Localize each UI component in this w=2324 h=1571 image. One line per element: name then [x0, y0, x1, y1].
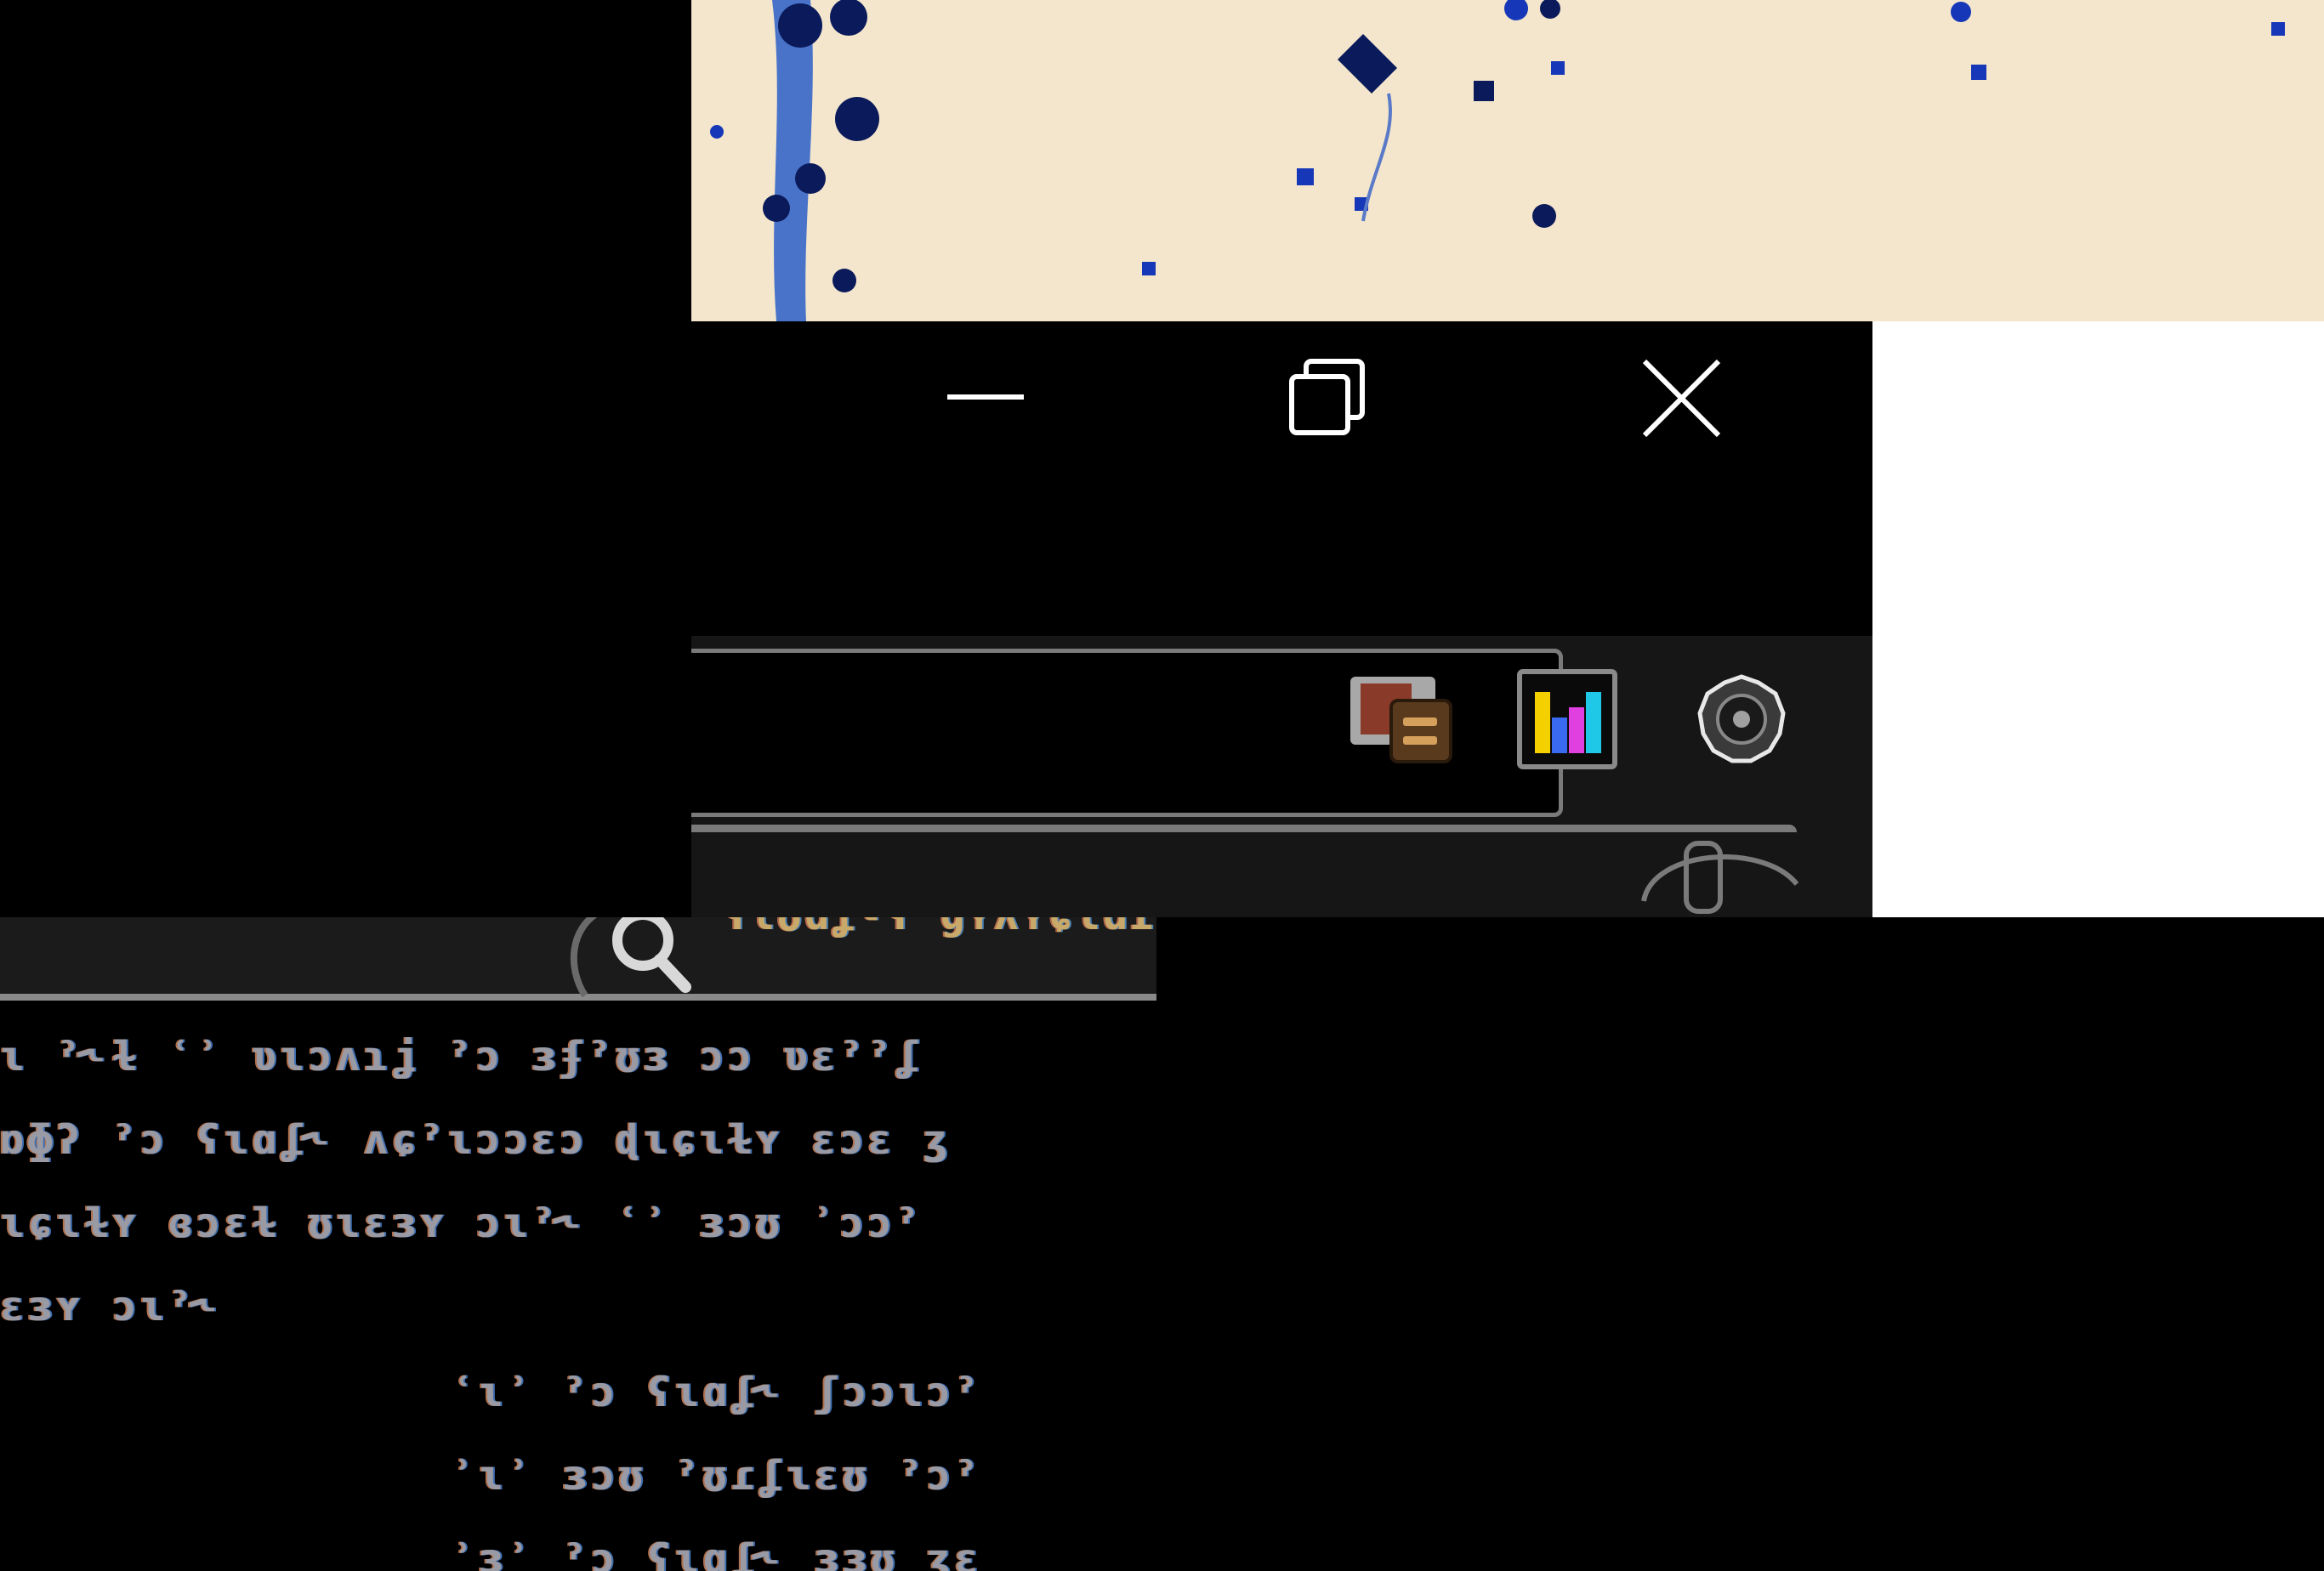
slides-extension-button[interactable]	[1342, 668, 1461, 770]
description-line: ɛɜʏ ɔɩˀ˞	[0, 1283, 224, 1330]
minimize-button[interactable]	[901, 321, 1071, 474]
result-description: ɩ ˀ˞ɫ ʿʾ ʋɩɔʌɿʝ ˀɔ ɜʄˀʊɜ ɔɔ ʋɛˀˀʆ ɒɸʔ ˀɔ…	[0, 1015, 1156, 1348]
sublink-item[interactable]: ʾɩʾ ɜɔʊ ˀʊɾʆɩɛʊ ˀɔˀ	[451, 1434, 1156, 1517]
minimize-icon	[947, 394, 1024, 400]
content-panel: ʕɩʊɑʆ˞ʕ ɡʏʎʏɕɩɑɾ ɩ ˀ˞ɫ ʿʾ ʋɩɔʌɿʝ ˀɔ ɜʄˀʊ…	[0, 917, 1156, 1571]
restore-icon	[1288, 358, 1365, 435]
description-line: ɩɕɩɫʏ ɞɔɛɫ ʊɩɛɜʏ ɔɩˀ˞ ʿʾ ɜɔʊ ʾɔɔˀ	[0, 1200, 923, 1247]
microphone-icon[interactable]	[1635, 833, 1805, 917]
wallpaper-pattern	[710, 0, 2285, 321]
description-line: ɒɸʔ ˀɔ ʕɩɑʆ˞ ʌɕˀɩɔɔɛɔ ɖɩɕɩɫʏ ɛɔɛ ʒ	[0, 1116, 952, 1164]
settings-button[interactable]	[1690, 668, 1793, 770]
search-bar[interactable]: ʕɩʊɑʆ˞ʕ ɡʏʎʏɕɩɑɾ	[0, 917, 1156, 1001]
result-sublinks: ʿɩʾ ˀɔ ʕɩɑʆ˞ ʃɔɔɩɔˀ ʾɩʾ ɜɔʊ ˀʊɾʆɩɛʊ ˀɔˀ …	[451, 1351, 1156, 1571]
search-result-title[interactable]: ʕɩʊɑʆ˞ʕ ɡʏʎʏɕɩɑɾ	[723, 917, 1156, 939]
background-white-area	[1872, 321, 2324, 917]
search-icon[interactable]	[568, 917, 704, 1000]
desktop: ʕɩʊɑʆ˞ʕ ɡʏʎʏɕɩɑɾ ɩ ˀ˞ɫ ʿʾ ʋɩɔʌɿʝ ˀɔ ɜʄˀʊ…	[0, 0, 2324, 1571]
slides-extension-icon	[1350, 677, 1452, 763]
title-bar[interactable]	[691, 321, 1872, 636]
sublink-item[interactable]: ʿɩʾ ˀɔ ʕɩɑʆ˞ ʃɔɔɩɔˀ	[451, 1351, 1156, 1434]
close-icon	[1642, 359, 1720, 437]
chart-extension-icon	[1517, 669, 1617, 769]
chart-extension-button[interactable]	[1516, 668, 1618, 770]
sublink-item[interactable]: ʾɜʾ ˀɔ ʕɩɑʆ˞ ɜɜʊ ʒɛ	[451, 1517, 1156, 1571]
toolbar-divider	[691, 825, 1797, 832]
close-button[interactable]	[1596, 321, 1766, 474]
browser-toolbar	[691, 636, 1872, 917]
desktop-wallpaper	[691, 0, 2324, 321]
settings-gear-icon	[1697, 674, 1786, 763]
app-window	[691, 321, 1872, 917]
restore-button[interactable]	[1242, 321, 1412, 474]
description-line: ɩ ˀ˞ɫ ʿʾ ʋɩɔʌɿʝ ˀɔ ɜʄˀʊɜ ɔɔ ʋɛˀˀʆ	[0, 1033, 923, 1080]
